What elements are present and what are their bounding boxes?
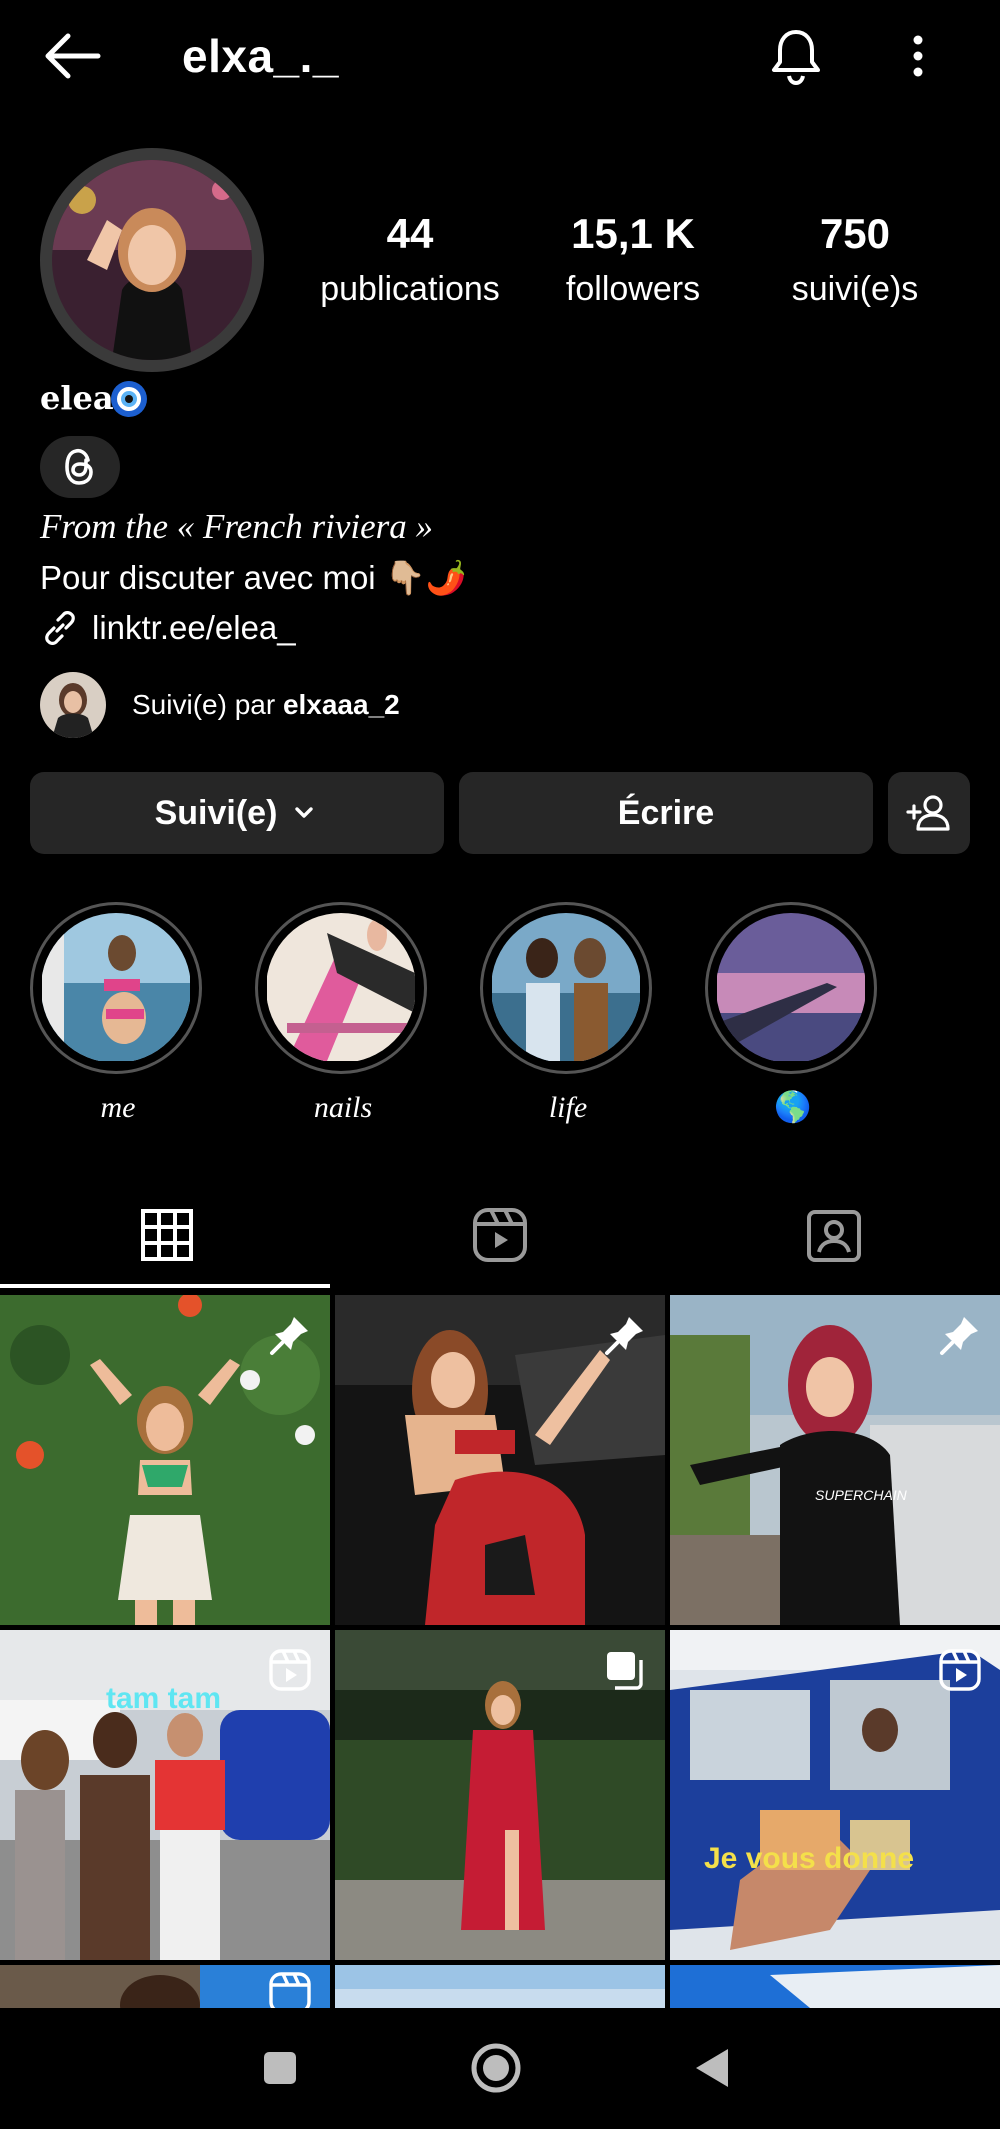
post-8[interactable] [335, 1965, 665, 2008]
link-icon [45, 611, 75, 645]
stat-value: 750 [819, 210, 891, 257]
highlight-cover [491, 913, 641, 1063]
highlight-label: life [548, 1091, 588, 1124]
back-nav-icon[interactable] [692, 2046, 732, 2090]
reel-badge-icon [939, 1649, 981, 1691]
stat-value: 15,1 K [571, 210, 695, 257]
highlight-travel[interactable]: 🌎 [705, 902, 881, 1128]
nazar-eye-icon [111, 381, 147, 417]
post-9[interactable] [670, 1965, 1000, 2008]
bio-line-1: From the « French riviera » [40, 507, 434, 546]
followed-by[interactable]: Suivi(e) par elxaaa_2 [40, 672, 740, 738]
reels-icon [472, 1208, 527, 1262]
post-1[interactable] [0, 1295, 330, 1625]
pin-icon [605, 1317, 643, 1355]
post-5[interactable] [335, 1630, 665, 1960]
back-arrow-icon[interactable] [40, 28, 104, 84]
highlight-label: me [100, 1091, 136, 1124]
avatar[interactable] [52, 160, 252, 360]
following-button-label: Suivi(e) [154, 793, 278, 832]
top-bar: elxa_._ [0, 0, 1000, 120]
profile-tabs [0, 1180, 1000, 1290]
bio-link[interactable]: linktr.ee/elea_ [40, 606, 296, 650]
post-overlay-text: tam tam [106, 1682, 222, 1715]
highlight-nails[interactable]: nails [255, 902, 431, 1128]
system-nav-bar [0, 2008, 1000, 2129]
suggest-people-button[interactable] [888, 772, 970, 854]
stat-label: followers [565, 270, 701, 308]
following-button[interactable]: Suivi(e) [30, 772, 444, 854]
highlight-cover [266, 913, 416, 1063]
threads-button[interactable] [40, 436, 120, 498]
followed-by-avatar [40, 672, 106, 738]
pin-icon [270, 1317, 308, 1355]
post-7[interactable] [0, 1965, 330, 2008]
bio-link-text: linktr.ee/elea_ [92, 609, 296, 646]
threads-icon [65, 448, 93, 485]
post-4[interactable]: tam tam [0, 1630, 330, 1960]
bio-line-2: Pour discuter avec moi 👇🏼🌶️ [40, 559, 467, 596]
reel-badge-icon [269, 1972, 311, 2008]
chevron-down-icon [295, 807, 314, 818]
active-tab-indicator [0, 1284, 330, 1288]
tab-reels[interactable] [333, 1180, 666, 1290]
tagged-icon [806, 1210, 861, 1262]
stat-label: suivi(e)s [791, 270, 919, 308]
add-person-icon [906, 795, 950, 831]
post-overlay-text: Je vous donne [704, 1842, 915, 1875]
stat-value: 44 [386, 210, 434, 257]
stat-label: publications [320, 270, 500, 308]
svg-text:SUPERCHAIN: SUPERCHAIN [815, 1487, 908, 1503]
tab-tagged[interactable] [667, 1180, 1000, 1290]
pin-icon [940, 1317, 978, 1355]
post-3[interactable]: SUPERCHAIN [670, 1295, 1000, 1625]
highlight-label: 🌎 [774, 1091, 812, 1124]
more-vertical-icon[interactable] [898, 28, 938, 84]
highlight-me[interactable]: me [30, 902, 206, 1128]
highlight-label: nails [313, 1091, 373, 1124]
highlight-cover [41, 913, 191, 1063]
carousel-icon [607, 1652, 643, 1690]
stat-publications[interactable]: 44 publications [300, 208, 520, 312]
post-6[interactable]: Je vous donne [670, 1630, 1000, 1960]
followed-by-username[interactable]: elxaaa_2 [283, 689, 400, 720]
display-name: elea [40, 379, 114, 417]
stat-followers[interactable]: 15,1 K followers [523, 208, 743, 312]
message-button[interactable]: Écrire [459, 772, 873, 854]
highlight-life[interactable]: life [480, 902, 656, 1128]
home-icon[interactable] [470, 2042, 522, 2094]
highlight-cover [716, 913, 866, 1063]
profile-username: elxa_._ [182, 30, 339, 82]
tab-posts[interactable] [0, 1180, 333, 1290]
post-2[interactable] [335, 1295, 665, 1625]
followed-by-prefix: Suivi(e) par [132, 689, 283, 720]
grid-icon [140, 1209, 193, 1261]
reel-badge-icon [269, 1649, 311, 1691]
stat-following[interactable]: 750 suivi(e)s [745, 208, 965, 312]
recent-apps-icon[interactable] [262, 2050, 298, 2086]
bell-icon[interactable] [764, 24, 828, 88]
message-button-label: Écrire [617, 793, 715, 832]
